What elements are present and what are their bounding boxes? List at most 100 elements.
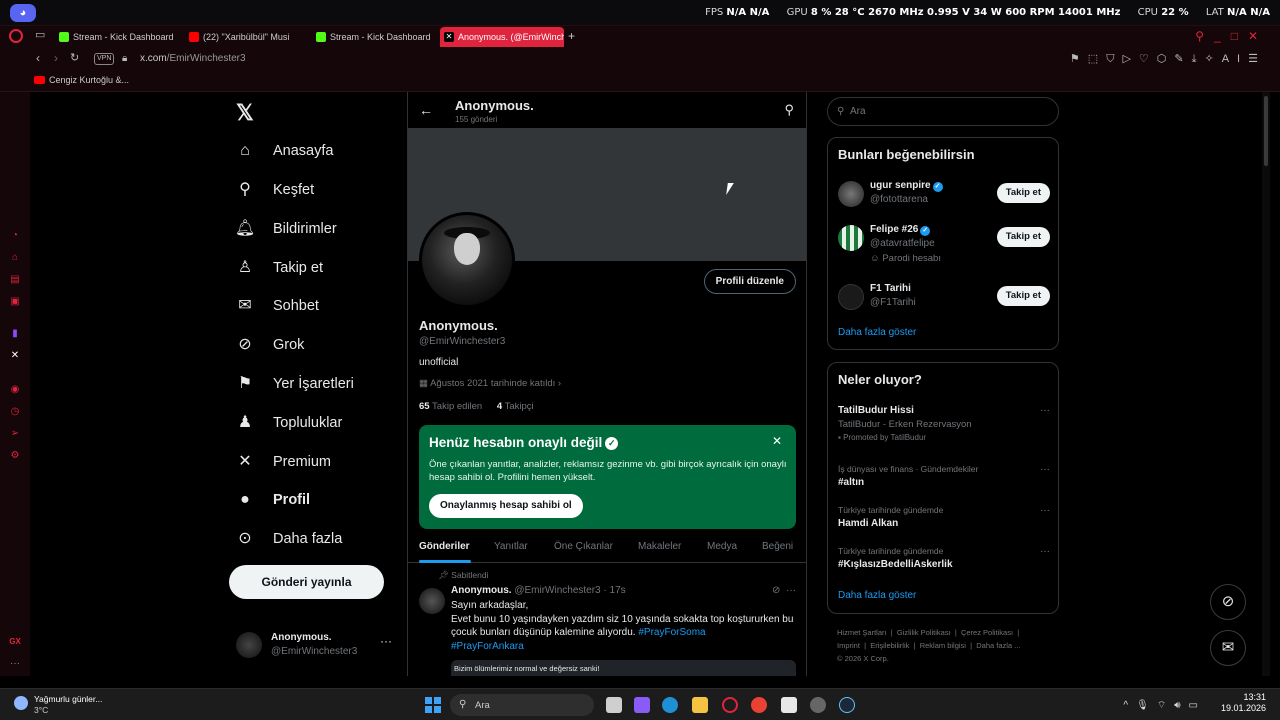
forward-icon[interactable]: ›: [54, 51, 58, 65]
tweet-image[interactable]: Bizim ölümlerimiz normal ve değersiz san…: [451, 660, 796, 676]
footer-link[interactable]: Erişilebilirlik: [870, 641, 909, 650]
footer-link[interactable]: Çerez Politikası: [961, 628, 1013, 637]
maximize-icon[interactable]: □: [1231, 29, 1248, 43]
settings-icon[interactable]: ⚙: [9, 450, 21, 462]
wifi-icon[interactable]: ⌔: [1157, 700, 1174, 711]
shield-icon[interactable]: ⛉: [1106, 53, 1122, 65]
pinned-tweet[interactable]: 📌︎ Sabitlendi Anonymous. @EmirWinchester…: [408, 564, 806, 676]
edge-icon[interactable]: [662, 697, 678, 713]
menu-icon[interactable]: ☰: [1248, 53, 1266, 65]
hashtag-link[interactable]: #PrayForSoma: [638, 627, 705, 638]
show-more-link[interactable]: Daha fazla göster: [838, 327, 916, 338]
media-icon[interactable]: ▣: [9, 296, 21, 308]
nav-item-communities[interactable]: ♟ Topluluklar: [234, 408, 343, 438]
nav-item-profile[interactable]: ● Profil: [234, 485, 310, 515]
follow-button[interactable]: Takip et: [996, 286, 1050, 306]
nav-item-grok[interactable]: ⊘ Grok: [234, 330, 304, 360]
more-icon[interactable]: ···: [380, 634, 392, 648]
search-tabs-icon[interactable]: ⚲: [1195, 29, 1214, 43]
suggested-user[interactable]: Felipe #26 ✓ @atavratfelipe ☺ Parodi hesa…: [838, 221, 1050, 264]
trend-item[interactable]: Türkiye tarihinde gündemde #KışlasızBede…: [838, 546, 1050, 570]
trend-item[interactable]: İş dünyası ve finans · Gündemdekiler #al…: [838, 464, 1050, 488]
tab-articles[interactable]: Makaleler: [638, 541, 681, 552]
show-more-link[interactable]: Daha fazla göster: [838, 590, 916, 601]
lock-icon[interactable]: 🔒︎: [122, 53, 127, 64]
following-link[interactable]: 65 Takip edilen: [419, 401, 482, 412]
heart-icon[interactable]: ♡: [1139, 53, 1157, 65]
bookmark-item[interactable]: Cengiz Kurtoğlu &...: [34, 75, 129, 85]
nav-item-follow[interactable]: ♙ Takip et: [234, 253, 323, 283]
more-icon[interactable]: ···: [1040, 505, 1050, 516]
tab[interactable]: Stream - Kick Dashboard: [55, 27, 179, 47]
snapshot-icon[interactable]: ⬚: [1088, 53, 1106, 65]
back-arrow-icon[interactable]: ←: [419, 102, 433, 118]
x-icon[interactable]: ✕: [9, 350, 21, 362]
opera-gx-icon[interactable]: [722, 697, 738, 713]
shop-icon[interactable]: ⌂: [9, 252, 21, 264]
steam-icon[interactable]: [839, 697, 855, 713]
close-icon[interactable]: ✕: [1248, 29, 1268, 43]
tab-posts[interactable]: Gönderiler: [419, 541, 470, 552]
nav-item-more[interactable]: ⊙ Daha fazla: [234, 524, 342, 554]
vpn-badge[interactable]: VPN: [94, 53, 115, 65]
tab-media[interactable]: Medya: [707, 541, 737, 552]
nav-item-premium[interactable]: ✕ Premium: [234, 447, 331, 477]
file-explorer-icon[interactable]: [692, 697, 708, 713]
scrollbar-thumb[interactable]: [1264, 96, 1268, 166]
chevron-up-icon[interactable]: ^: [1123, 700, 1136, 711]
tab[interactable]: Stream - Kick Dashboard: [312, 27, 436, 47]
trend-item[interactable]: TatilBudur Hissi TatilBudur - Erken Reze…: [838, 405, 1050, 442]
x-logo-icon[interactable]: 𝕏: [236, 100, 254, 126]
minimize-icon[interactable]: _: [1214, 29, 1231, 43]
task-view-icon[interactable]: [606, 697, 622, 713]
pen-icon[interactable]: ✎: [1174, 53, 1191, 65]
gx-icon[interactable]: GX: [9, 637, 21, 649]
suggested-user[interactable]: ugur senpire ✓ @fotottarena Takip et: [838, 177, 1050, 217]
play-icon[interactable]: ▷: [1122, 53, 1138, 65]
download-icon[interactable]: ⤓: [1192, 53, 1205, 65]
back-icon[interactable]: ‹: [36, 51, 40, 65]
tab-replies[interactable]: Yanıtlar: [494, 541, 528, 552]
close-icon[interactable]: ✕: [772, 434, 782, 448]
footer-link[interactable]: Hizmet Şartları: [837, 628, 887, 637]
edit-profile-button[interactable]: Profili düzenle: [703, 269, 796, 294]
copilot-icon[interactable]: [634, 697, 650, 713]
battery-icon[interactable]: ▭: [1189, 700, 1206, 711]
player-icon[interactable]: ◉: [9, 384, 21, 396]
account-switcher[interactable]: Anonymous. @EmirWinchester3 ···: [236, 628, 406, 664]
more-icon[interactable]: ···: [1040, 546, 1050, 557]
ai-icon[interactable]: ✧AI: [1205, 53, 1249, 65]
tab-highlights[interactable]: Öne Çıkanlar: [554, 541, 613, 552]
nav-item-chat[interactable]: ✉ Sohbet: [234, 291, 319, 321]
opera-logo-icon[interactable]: [9, 29, 23, 43]
hashtag-link[interactable]: #PrayForAnkara: [451, 640, 796, 654]
tab-active[interactable]: ✕ Anonymous. (@EmirWinch: [440, 27, 564, 47]
app-icon[interactable]: [810, 697, 826, 713]
windows-start-icon[interactable]: [425, 697, 441, 713]
join-date[interactable]: ▦ Ağustos 2021 tarihinde katıldı ›: [419, 378, 561, 389]
twitch-icon[interactable]: ▮: [9, 328, 21, 340]
footer-link[interactable]: Daha fazla ...: [976, 641, 1020, 650]
more-icon[interactable]: ···: [1040, 405, 1050, 416]
followers-link[interactable]: 4 Takipçi: [497, 401, 534, 412]
tab-likes[interactable]: Beğeni: [762, 541, 793, 552]
chrome-icon[interactable]: [751, 697, 767, 713]
mic-icon[interactable]: 🎙︎: [1136, 700, 1157, 711]
trend-item[interactable]: Türkiye tarihinde gündemde Hamdi Alkan ·…: [838, 505, 1050, 529]
search-icon[interactable]: ⚲: [784, 102, 794, 118]
discord-icon[interactable]: ◕: [10, 4, 36, 22]
follow-button[interactable]: Takip et: [996, 183, 1050, 203]
page-scrollbar[interactable]: [1262, 92, 1270, 676]
grok-icon[interactable]: ⊘: [772, 585, 780, 596]
sync-icon[interactable]: ◔: [9, 230, 21, 242]
tab[interactable]: (22) "Xaribülbül" Musi: [185, 27, 305, 47]
avatar[interactable]: [419, 588, 445, 614]
post-button[interactable]: Gönderi yayınla: [229, 565, 384, 599]
more-icon[interactable]: ···: [9, 658, 21, 670]
grok-fab[interactable]: ⊘: [1210, 584, 1246, 620]
nav-item-notifications[interactable]: 🔔︎ Bildirimler: [234, 214, 337, 244]
bookmark-icon[interactable]: ⚑: [1070, 53, 1088, 65]
footer-link[interactable]: Reklam bilgisi: [920, 641, 966, 650]
get-verified-button[interactable]: Onaylanmış hesap sahibi ol: [429, 494, 583, 518]
follow-button[interactable]: Takip et: [996, 227, 1050, 247]
